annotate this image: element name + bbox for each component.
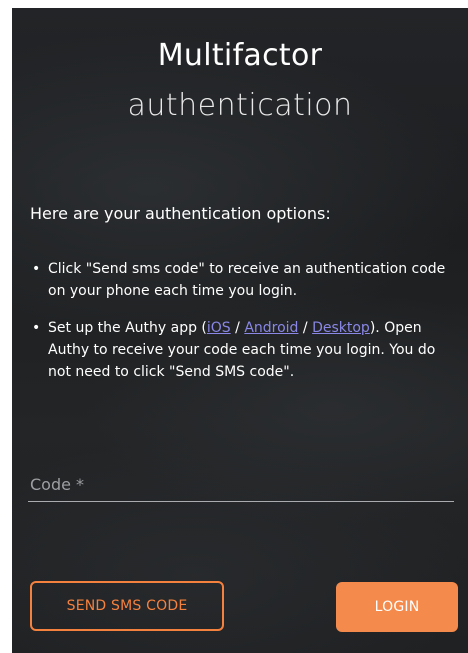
code-input-underline [28,501,454,502]
option-authy: • Set up the Authy app (iOS / Android / … [30,317,456,383]
options-intro: Here are your authentication options: [30,204,331,223]
link-separator: / [230,320,245,336]
ios-link[interactable]: iOS [207,320,231,336]
option-sms-text: Click "Send sms code" to receive an auth… [48,261,446,299]
option-sms: • Click "Send sms code" to receive an au… [30,258,456,302]
android-link[interactable]: Android [244,320,298,336]
option-authy-text-before: Set up the Authy app ( [48,320,207,336]
login-button[interactable]: LOGIN [336,582,458,632]
bullet-icon: • [32,261,41,277]
code-input[interactable] [28,466,454,502]
send-sms-code-button[interactable]: SEND SMS CODE [30,581,224,631]
mfa-panel: Multifactor authentication Here are your… [12,8,468,653]
bullet-icon: • [32,320,41,336]
page: Multifactor authentication Here are your… [0,0,468,653]
options-list: • Click "Send sms code" to receive an au… [30,258,456,398]
desktop-link[interactable]: Desktop [312,320,370,336]
link-separator: / [298,320,313,336]
page-title: Multifactor [157,38,323,73]
page-subtitle: authentication [127,88,353,123]
code-field [28,466,454,506]
